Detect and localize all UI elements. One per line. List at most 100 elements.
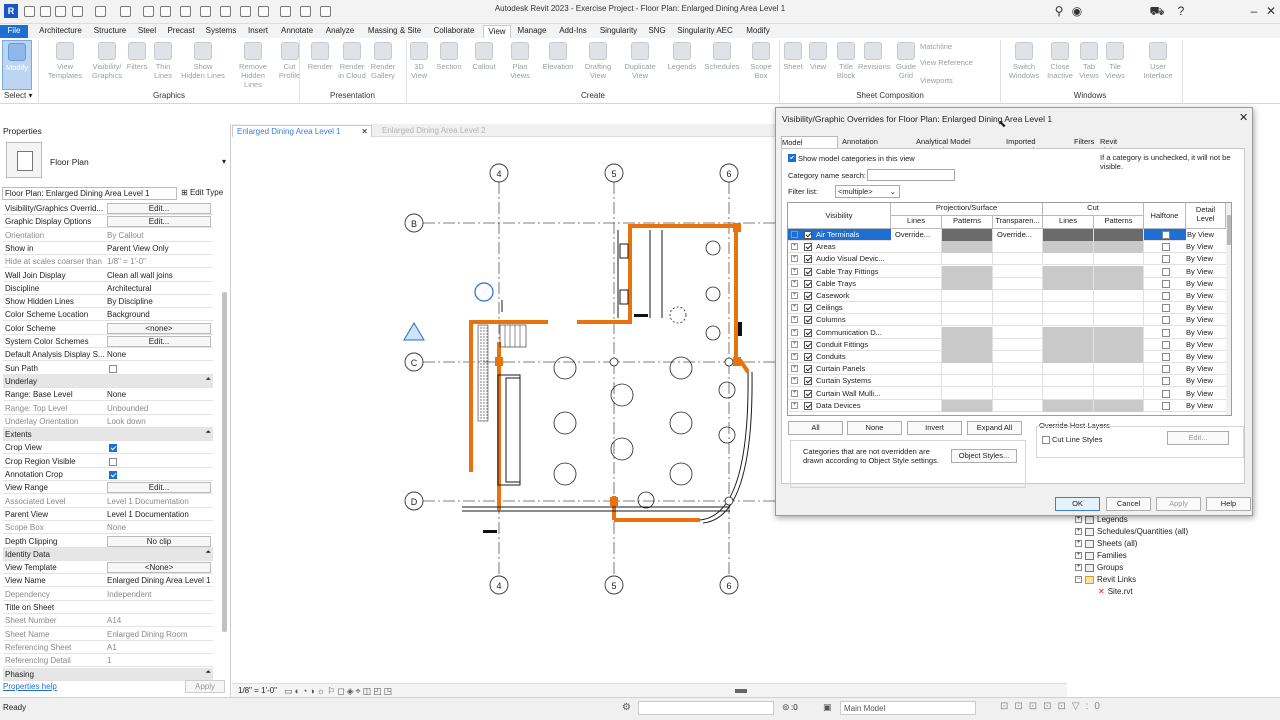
override-cell[interactable] bbox=[1094, 326, 1144, 339]
expand-all-button[interactable]: Expand All bbox=[967, 421, 1022, 435]
override-cell[interactable]: Override... bbox=[891, 229, 942, 241]
halftone-checkbox[interactable] bbox=[1162, 328, 1170, 337]
browser-legends[interactable]: + Legends bbox=[1075, 515, 1128, 524]
tab-annotate[interactable]: Annotate bbox=[277, 25, 317, 38]
category-row-audio-visual-devic[interactable]: + Audio Visual Devic... By View bbox=[788, 253, 1226, 266]
sheet-button[interactable]: Sheet bbox=[781, 40, 805, 90]
dialog-apply-button[interactable]: Apply bbox=[1156, 497, 1201, 511]
override-cell[interactable] bbox=[891, 399, 942, 412]
view-tab-level2[interactable]: Enlarged Dining Area Level 2 bbox=[378, 125, 508, 137]
help-icon[interactable]: ? bbox=[1172, 4, 1190, 18]
section-underlay[interactable]: Underlay ⏶ bbox=[3, 374, 213, 388]
matchline-button[interactable]: Matchline bbox=[920, 42, 980, 52]
override-cell[interactable] bbox=[891, 277, 942, 290]
tab-singularity-aec[interactable]: Singularity AEC bbox=[674, 25, 736, 38]
category-visibility-checkbox[interactable] bbox=[804, 340, 812, 349]
tab-steel[interactable]: Steel bbox=[134, 25, 160, 38]
type-selector[interactable]: Floor Plan bbox=[50, 157, 89, 167]
type-dropdown-icon[interactable]: ▾ bbox=[222, 157, 226, 166]
none-button[interactable]: None bbox=[847, 421, 902, 435]
detail-level-select[interactable]: By View bbox=[1186, 376, 1213, 385]
property-checkbox[interactable] bbox=[109, 444, 117, 453]
render-gallery-button[interactable]: Render Gallery bbox=[368, 40, 398, 90]
category-visibility-checkbox[interactable] bbox=[804, 316, 812, 325]
property-value[interactable]: None bbox=[107, 350, 211, 359]
override-cell[interactable] bbox=[1094, 277, 1144, 290]
override-cell[interactable] bbox=[891, 290, 942, 302]
property-value[interactable]: None bbox=[107, 523, 211, 532]
override-cell[interactable] bbox=[891, 253, 942, 266]
property-value[interactable]: By Discipline bbox=[107, 297, 211, 306]
remove-hidden-lines-button[interactable]: Remove Hidden Lines bbox=[233, 40, 273, 90]
override-cell[interactable] bbox=[993, 338, 1043, 351]
tab-singularity[interactable]: Singularity bbox=[596, 25, 641, 38]
elevation-button[interactable]: Elevation bbox=[541, 40, 575, 90]
override-cell[interactable] bbox=[942, 253, 993, 266]
category-visibility-checkbox[interactable] bbox=[804, 401, 812, 410]
show-hidden-lines-button[interactable]: Show Hidden Lines bbox=[180, 40, 226, 90]
section-extents[interactable]: Extents ⏶ bbox=[3, 428, 213, 442]
expand-icon[interactable]: + bbox=[791, 243, 798, 251]
category-row-ceilings[interactable]: + Ceilings By View bbox=[788, 302, 1226, 315]
viewports-button[interactable]: Viewports bbox=[920, 76, 990, 86]
override-cell[interactable] bbox=[942, 387, 993, 400]
expand-icon[interactable]: + bbox=[791, 304, 798, 312]
title-block-button[interactable]: Title Block bbox=[834, 40, 858, 90]
property-edit-button[interactable]: Edit... bbox=[107, 216, 211, 228]
halftone-checkbox[interactable] bbox=[1162, 292, 1170, 300]
override-cell[interactable] bbox=[942, 277, 993, 290]
tab-model-categories[interactable]: Model Categories bbox=[781, 136, 838, 156]
editable-only-icon[interactable]: ⊚ bbox=[782, 702, 790, 713]
override-cell[interactable] bbox=[993, 314, 1043, 327]
halftone-checkbox[interactable] bbox=[1162, 243, 1170, 252]
thin-lines-button[interactable]: Thin Lines bbox=[149, 40, 177, 90]
override-cell[interactable] bbox=[1043, 229, 1094, 241]
tab-structure[interactable]: Structure bbox=[90, 25, 130, 38]
category-row-columns[interactable]: + Columns By View bbox=[788, 314, 1226, 327]
category-visibility-checkbox[interactable] bbox=[804, 231, 812, 239]
category-row-conduits[interactable]: + Conduits By View bbox=[788, 351, 1226, 363]
properties-scrollbar[interactable] bbox=[222, 292, 227, 632]
override-cell[interactable] bbox=[891, 302, 942, 315]
override-cell[interactable] bbox=[891, 338, 942, 351]
tab-systems[interactable]: Systems bbox=[202, 25, 240, 38]
expand-icon[interactable]: + bbox=[791, 401, 798, 409]
expand-icon[interactable]: + bbox=[791, 377, 798, 385]
property-value[interactable]: Clean all wall joins bbox=[107, 271, 211, 280]
view-scale[interactable]: 1/8" = 1'-0" bbox=[238, 686, 277, 695]
host-edit-button[interactable]: Edit... bbox=[1167, 431, 1229, 445]
override-cell[interactable] bbox=[942, 302, 993, 315]
expand-icon[interactable]: + bbox=[1075, 552, 1082, 560]
detail-level-select[interactable]: By View bbox=[1186, 229, 1226, 241]
category-row-cable-tray-fittings[interactable]: + Cable Tray Fittings By View bbox=[788, 265, 1226, 278]
property-value[interactable]: By Callout bbox=[107, 231, 211, 240]
halftone-checkbox[interactable] bbox=[1162, 353, 1170, 361]
override-cell[interactable] bbox=[1043, 302, 1094, 315]
view-templates-button[interactable]: View Templates bbox=[46, 40, 84, 90]
override-cell[interactable] bbox=[891, 363, 942, 376]
override-cell[interactable] bbox=[993, 375, 1043, 388]
override-cell[interactable] bbox=[1043, 399, 1094, 412]
override-cell[interactable] bbox=[993, 290, 1043, 302]
override-cell[interactable] bbox=[942, 326, 993, 339]
tab-imported-categories[interactable]: Imported Categories bbox=[1006, 136, 1070, 155]
expand-icon[interactable]: + bbox=[1075, 516, 1082, 524]
override-cell[interactable] bbox=[1043, 314, 1094, 327]
expand-icon[interactable]: + bbox=[791, 353, 798, 360]
col-cut-lines[interactable]: Lines bbox=[1043, 216, 1094, 229]
minimize-icon[interactable]: – bbox=[1245, 4, 1263, 18]
close-icon[interactable]: ✕ bbox=[361, 127, 368, 136]
halftone-checkbox[interactable] bbox=[1162, 377, 1170, 386]
property-value[interactable]: A1 bbox=[107, 643, 211, 652]
legends-button[interactable]: Legends bbox=[665, 40, 699, 90]
override-cell[interactable] bbox=[891, 375, 942, 388]
override-cell[interactable] bbox=[891, 241, 942, 254]
detail-level-select[interactable]: By View bbox=[1186, 389, 1213, 398]
user-interface-button[interactable]: User Interface bbox=[1138, 40, 1178, 90]
drafting-view-button[interactable]: Drafting View bbox=[581, 40, 615, 90]
detail-level-select[interactable]: By View bbox=[1186, 340, 1213, 349]
override-cell[interactable] bbox=[1094, 351, 1144, 363]
binoculars-icon[interactable]: ⚲ bbox=[1050, 4, 1068, 18]
category-visibility-checkbox[interactable] bbox=[804, 304, 812, 313]
scope-box-button[interactable]: Scope Box bbox=[749, 40, 773, 90]
